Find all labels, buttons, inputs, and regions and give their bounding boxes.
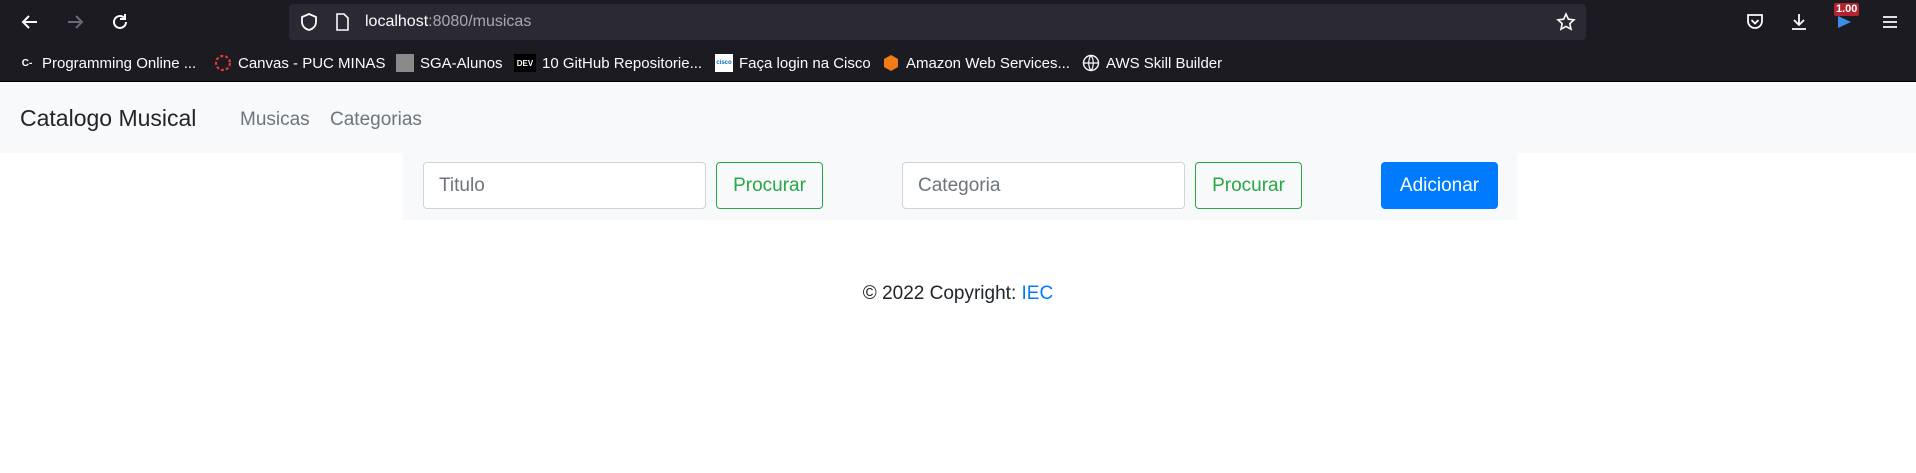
bookmark-item[interactable]: AWS Skill Builder xyxy=(1082,54,1222,72)
aws-icon xyxy=(882,54,900,72)
bookmark-label: SGA-Alunos xyxy=(420,54,503,72)
add-button[interactable]: Adicionar xyxy=(1381,162,1498,209)
bookmark-item[interactable]: Amazon Web Services... xyxy=(882,54,1070,72)
category-search-input[interactable] xyxy=(903,163,1184,208)
brand-link[interactable]: Catalogo Musical xyxy=(20,104,196,132)
hamburger-icon xyxy=(1883,16,1897,28)
bookmark-label: 10 GitHub Repositorie... xyxy=(542,54,703,72)
title-search-input[interactable] xyxy=(424,163,705,208)
c-dash-icon: C- xyxy=(21,57,33,69)
nav-link-categorias[interactable]: Categorias xyxy=(330,108,422,132)
url-host: localhost xyxy=(365,13,429,30)
page-icon[interactable] xyxy=(333,13,351,31)
url-bar[interactable]: localhost:8080/musicas xyxy=(289,4,1586,40)
bookmark-label: Faça login na Cisco xyxy=(739,54,871,72)
url-path: :8080/musicas xyxy=(428,13,532,30)
menu-button[interactable] xyxy=(1878,10,1902,34)
bookmark-item[interactable]: SGA-Alunos xyxy=(396,54,503,72)
downloads-button[interactable] xyxy=(1787,10,1811,34)
nav-link-musicas[interactable]: Musicas xyxy=(240,108,310,132)
canvas-icon xyxy=(214,54,232,72)
download-icon xyxy=(1792,14,1806,30)
footer-link[interactable]: IEC xyxy=(1022,283,1054,304)
shield-icon[interactable] xyxy=(299,12,319,32)
arrow-right-icon xyxy=(68,15,84,29)
sga-icon xyxy=(396,54,414,72)
back-button[interactable] xyxy=(16,8,44,36)
bookmark-label: Programming Online ... xyxy=(42,54,197,72)
extension-badge: 1.00 xyxy=(1834,3,1860,16)
pocket-button[interactable] xyxy=(1743,10,1767,34)
bookmark-item[interactable]: C- Programming Online ... xyxy=(18,54,197,72)
bookmark-label: Canvas - PUC MINAS xyxy=(238,54,386,72)
dev-icon: DEV xyxy=(514,54,536,72)
search-title-button[interactable]: Procurar xyxy=(716,162,823,209)
app-navbar: Catalogo Musical Musicas Categorias xyxy=(0,82,1916,153)
reload-icon xyxy=(113,14,127,29)
globe-icon xyxy=(1082,54,1100,72)
search-category-button[interactable]: Procurar xyxy=(1195,162,1302,209)
reload-button[interactable] xyxy=(106,8,134,36)
footer: © 2022 Copyright: IEC xyxy=(0,282,1916,306)
bookmark-label: Amazon Web Services... xyxy=(906,54,1070,72)
pocket-icon xyxy=(1747,14,1763,29)
url-text[interactable]: localhost:8080/musicas xyxy=(365,13,531,31)
forward-button[interactable] xyxy=(61,8,89,36)
bookmark-item[interactable]: DEV 10 GitHub Repositorie... xyxy=(514,54,702,72)
browser-toolbar: localhost:8080/musicas 1.00 xyxy=(0,0,1916,44)
cisco-icon: cisco xyxy=(715,54,733,72)
bookmark-item[interactable]: Canvas - PUC MINAS xyxy=(214,54,386,72)
arrow-left-icon xyxy=(21,15,37,29)
bookmarks-bar: C- Programming Online ... Canvas - PUC M… xyxy=(0,44,1916,82)
title-search-field[interactable] xyxy=(423,162,706,209)
search-toolbar: Procurar Procurar Adicionar xyxy=(403,153,1517,220)
category-search-field[interactable] xyxy=(902,162,1185,209)
bookmark-label: AWS Skill Builder xyxy=(1106,54,1223,72)
copyright-text: © 2022 Copyright: xyxy=(862,283,1022,304)
star-icon[interactable] xyxy=(1556,12,1576,32)
bookmark-item[interactable]: cisco Faça login na Cisco xyxy=(715,54,871,72)
